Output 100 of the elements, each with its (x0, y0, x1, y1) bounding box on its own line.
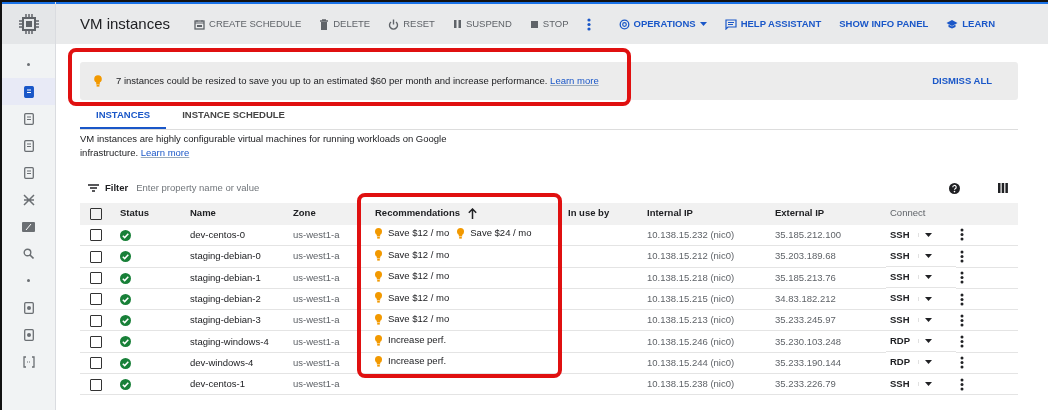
tab[interactable]: INSTANCES (80, 104, 167, 130)
connect-button[interactable]: RDP (890, 355, 919, 370)
instance-name: dev-windows-4 (190, 356, 254, 368)
pause-icon (452, 19, 462, 29)
connect-button[interactable]: SSH (890, 227, 918, 242)
more-vert-icon (960, 292, 964, 306)
connect-button[interactable]: SSH (890, 312, 918, 327)
dot-icon (27, 63, 30, 66)
caret-icon (924, 275, 932, 280)
internal-ip: 10.138.15.218 (nic0) (647, 271, 735, 283)
row-checkbox[interactable] (90, 357, 102, 370)
row-checkbox[interactable] (90, 229, 102, 242)
more-vert-icon (960, 335, 964, 349)
internal-ip: 10.138.15.246 (nic0) (647, 335, 735, 347)
internal-ip: 10.138.15.213 (nic0) (647, 314, 735, 326)
instance-name: staging-debian-1 (190, 271, 261, 283)
external-ip: 35.233.226.79 (775, 378, 836, 390)
zone-text: us-west1-a (293, 250, 340, 262)
recommendation-text: Increase perf. (388, 354, 447, 369)
internal-ip: 10.138.15.215 (nic0) (647, 292, 735, 304)
zone-text: us-west1-a (293, 314, 340, 326)
row-checkbox[interactable] (90, 314, 102, 327)
row-checkbox[interactable] (90, 336, 102, 348)
suspend-button[interactable]: SUSPEND (452, 16, 522, 32)
lightbulb-icon (375, 334, 382, 346)
connect-menu-button[interactable] (917, 275, 932, 280)
select-all-checkbox[interactable] (90, 207, 102, 220)
caret-icon (699, 22, 707, 26)
chip-icon (17, 13, 40, 35)
learn-button[interactable]: LEARN (946, 16, 1005, 32)
percent-icon (22, 221, 35, 232)
zone-text: us-west1-a (293, 271, 340, 283)
connect-menu-button[interactable] (917, 296, 932, 301)
learn-more-link[interactable]: Learn more (140, 147, 190, 159)
connect-menu-button[interactable] (917, 317, 932, 322)
operations-button[interactable]: OPERATIONS (618, 16, 717, 32)
create-schedule-button[interactable]: CREATE SCHEDULE (194, 16, 312, 32)
connect-menu-button[interactable] (917, 253, 932, 258)
sidebar-item[interactable] (2, 78, 55, 105)
more-vert-icon (586, 17, 591, 31)
zone-text: us-west1-a (293, 292, 340, 304)
row-checkbox[interactable] (90, 250, 102, 263)
lightbulb-icon (375, 356, 382, 368)
filter-icon (88, 184, 99, 193)
search-icon (23, 248, 34, 259)
caret-icon (924, 253, 932, 258)
instance-name: staging-debian-3 (190, 314, 261, 326)
delete-button[interactable]: DELETE (319, 16, 381, 32)
document-icon (23, 112, 34, 125)
brackets-icon (22, 355, 35, 368)
internal-ip: 10.138.15.212 (nic0) (647, 250, 735, 262)
banner-message: 7 instances could be resized to save you up to an estimated $60 per month and increase performance. Learn more (116, 73, 599, 88)
lightbulb-icon (375, 292, 382, 304)
calendar-icon (194, 18, 206, 30)
zone-text: us-west1-a (293, 378, 340, 390)
recommendation-text: Save $12 / mo (388, 226, 450, 241)
lightbulb-icon (375, 270, 382, 282)
filter-field[interactable]: Enter property name or value (134, 180, 943, 197)
reset-button[interactable]: RESET (388, 16, 445, 32)
lightbulb-icon (375, 249, 382, 261)
filter-label: Filter (105, 181, 129, 196)
connect-menu-button[interactable] (918, 339, 933, 344)
show-info-panel-button[interactable]: SHOW INFO PANEL (839, 16, 939, 32)
dismiss-all-button[interactable]: DISMISS ALL (926, 72, 998, 90)
caret-icon (925, 339, 933, 344)
instance-name: staging-windows-4 (190, 335, 269, 347)
connect-button[interactable]: SSH (890, 376, 918, 391)
column-header[interactable]: Zone (293, 207, 316, 219)
column-header[interactable]: Internal IP (647, 207, 693, 219)
connect-menu-button[interactable] (917, 232, 932, 237)
stop-button[interactable]: STOP (529, 16, 579, 32)
recommendation-text: Save $12 / mo (388, 269, 450, 284)
row-checkbox[interactable] (90, 293, 102, 306)
connect-button[interactable]: SSH (890, 291, 918, 306)
column-header[interactable]: Name (190, 207, 216, 219)
columns-icon (998, 183, 1008, 194)
row-checkbox[interactable] (90, 378, 102, 391)
connect-button[interactable]: SSH (890, 270, 918, 285)
description-text: VM instances are highly configurable virtual machines for running workloads on Google infrastructure. Learn more (80, 133, 447, 159)
zone-text: us-west1-a (293, 335, 340, 347)
instance-name: dev-centos-1 (190, 378, 245, 390)
connect-menu-button[interactable] (918, 360, 933, 365)
recommendation-text: Save $12 / mo (388, 290, 450, 305)
row-checkbox[interactable] (90, 272, 102, 285)
help-assistant-button[interactable]: HELP ASSISTANT (724, 16, 832, 32)
instance-name: dev-centos-0 (190, 228, 245, 240)
external-ip: 35.233.190.144 (775, 356, 842, 368)
connect-menu-button[interactable] (917, 381, 932, 386)
stop-icon (529, 19, 539, 29)
tab[interactable]: INSTANCE SCHEDULE (166, 104, 301, 130)
connect-button[interactable]: SSH (890, 248, 918, 264)
caret-icon (925, 360, 933, 365)
more-vert-icon (960, 313, 964, 327)
zone-text: us-west1-a (293, 228, 340, 240)
connect-button[interactable]: RDP (890, 334, 919, 349)
lightbulb-icon (457, 228, 465, 240)
caret-icon (924, 296, 932, 301)
external-ip: 35.185.212.100 (775, 228, 842, 240)
learn-more-link[interactable]: Learn more (550, 74, 599, 86)
more-vert-icon (960, 356, 964, 370)
